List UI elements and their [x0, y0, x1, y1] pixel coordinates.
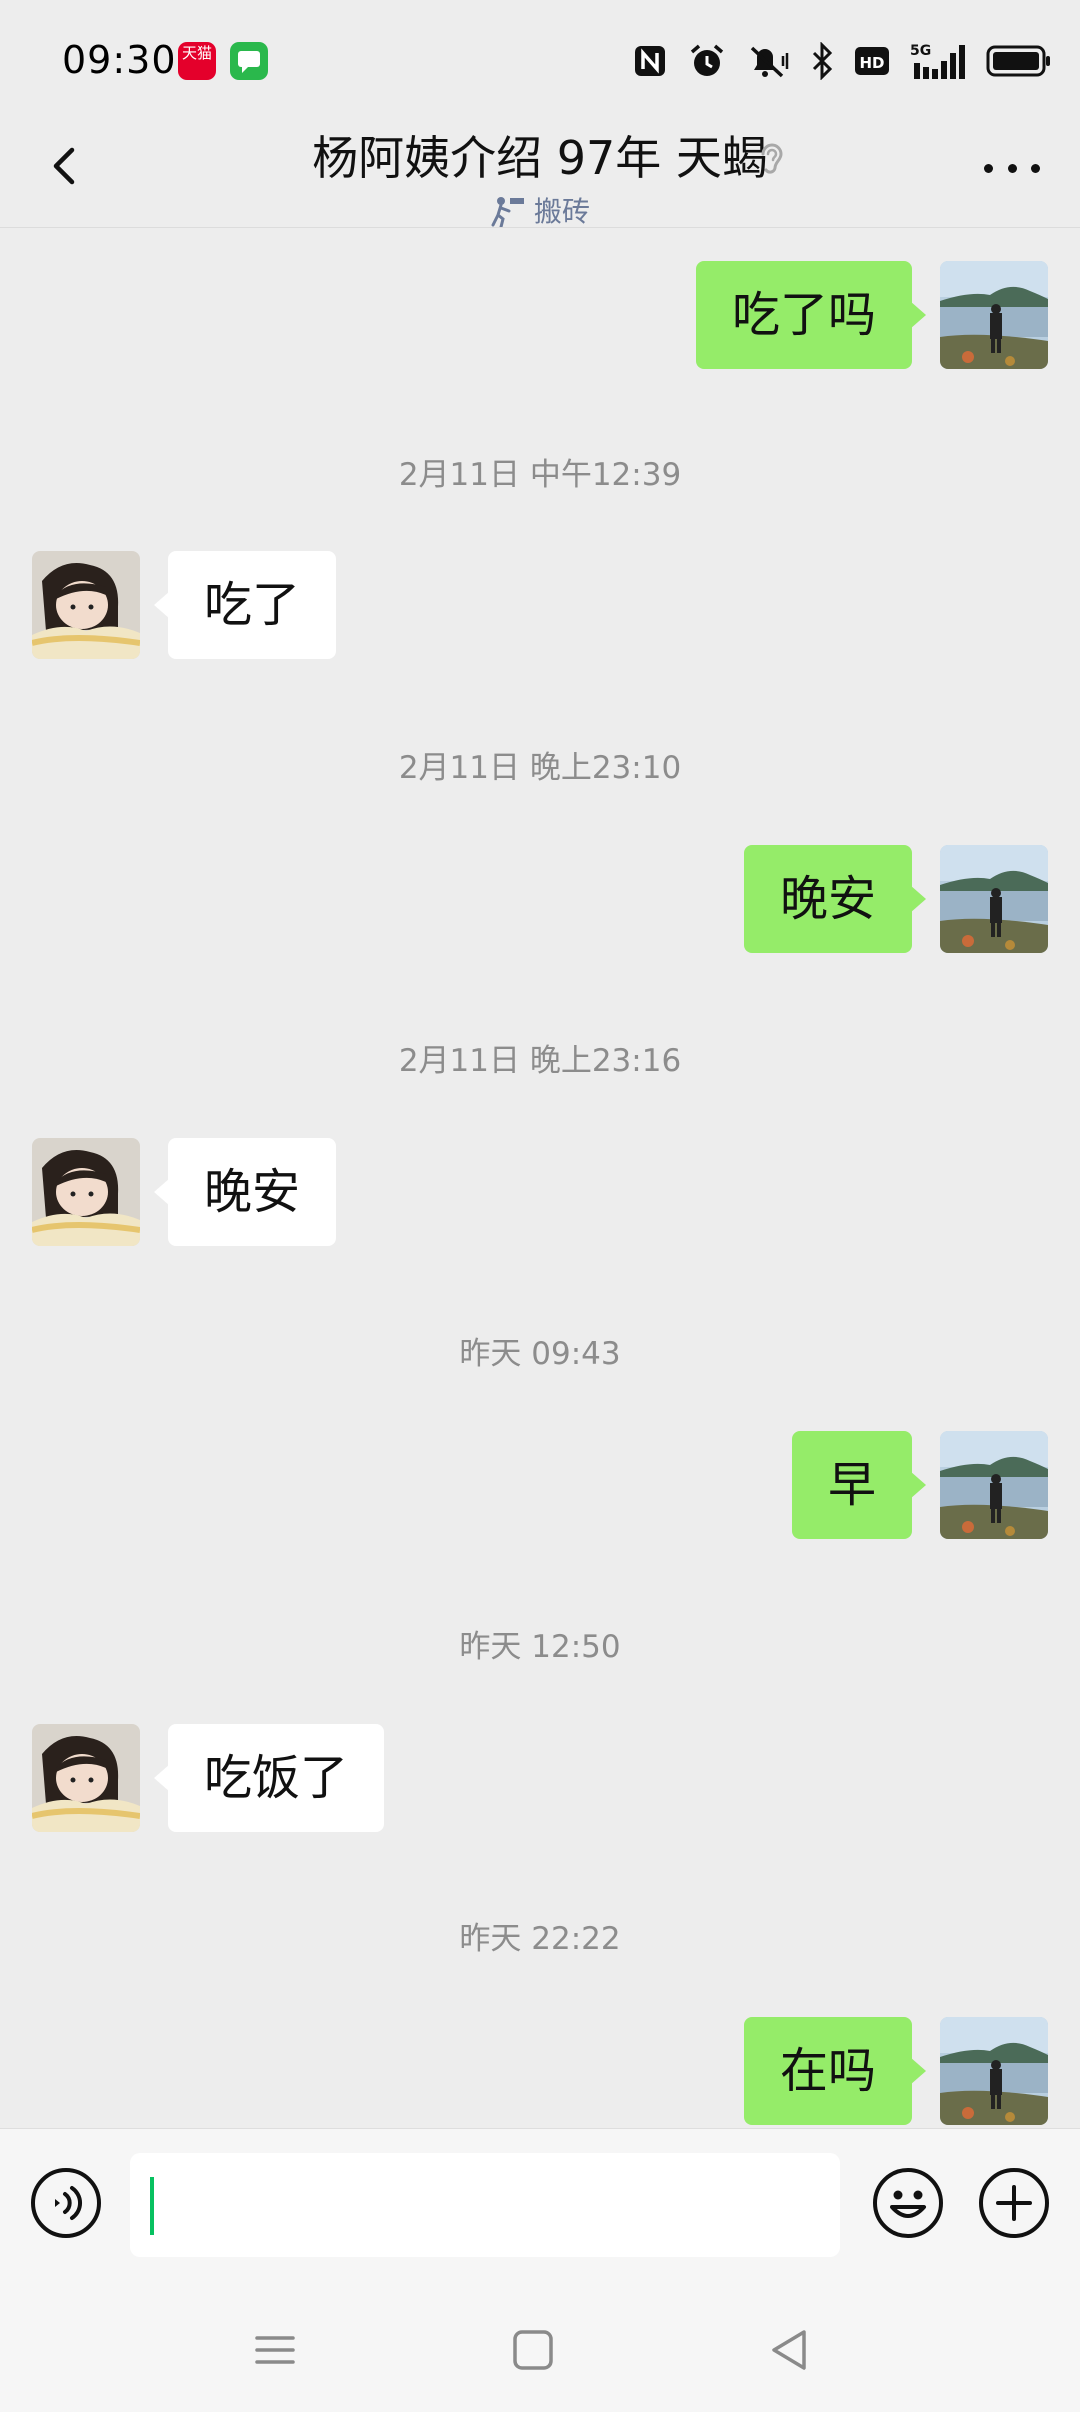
input-bar	[0, 2128, 1080, 2280]
system-back-button[interactable]	[760, 2320, 820, 2380]
emoji-button[interactable]	[870, 2165, 946, 2241]
my-avatar[interactable]	[940, 1431, 1048, 1539]
message-text: 吃饭了	[204, 1750, 349, 1806]
time-divider: 2月11日 中午12:39	[398, 457, 682, 493]
home-button[interactable]	[503, 2320, 563, 2380]
hd-icon: HD	[855, 47, 889, 75]
message-text: 吃了吗	[731, 287, 876, 343]
message-text: 晚安	[779, 871, 876, 927]
sent-message-bubble[interactable]: 在吗	[743, 2017, 927, 2125]
contact-avatar[interactable]	[32, 1138, 140, 1246]
voice-icon	[31, 2168, 101, 2238]
more-functions-button[interactable]	[976, 2165, 1052, 2241]
tmall-app-icon: 天猫	[178, 42, 216, 80]
time-divider: 昨天 22:22	[459, 1921, 621, 1957]
my-avatar[interactable]	[940, 2017, 1048, 2125]
time-divider: 昨天 09:43	[459, 1336, 621, 1372]
my-avatar[interactable]	[940, 261, 1048, 369]
my-avatar[interactable]	[940, 845, 1048, 953]
more-button[interactable]	[984, 156, 1040, 180]
message-text: 在吗	[779, 2043, 876, 2099]
time-divider: 2月11日 晚上23:10	[398, 750, 682, 786]
status-text: 搬砖	[533, 195, 590, 228]
contact-avatar[interactable]	[32, 1724, 140, 1832]
received-message-bubble[interactable]: 晚安	[153, 1138, 337, 1246]
menu-icon	[255, 2336, 295, 2364]
voice-button[interactable]	[28, 2165, 104, 2241]
message-text: 吃了	[204, 577, 301, 633]
home-square-icon	[513, 2330, 553, 2370]
message-input[interactable]	[130, 2153, 840, 2257]
time-divider: 昨天 12:50	[459, 1629, 621, 1665]
signal-5g-icon: 5G	[910, 43, 965, 79]
time-divider: 2月11日 晚上23:16	[398, 1043, 682, 1079]
more-dots-icon	[984, 163, 993, 173]
battery-icon	[986, 45, 1050, 77]
chat-history[interactable]: 吃了吗 2月11日 中午12:39 吃了 2月11日 晚上23:10 晚安 2月…	[0, 229, 1080, 2129]
status-bar: 09:30 天猫 HD 5G	[0, 0, 1080, 118]
text-caret	[150, 2177, 154, 2235]
plus-icon	[979, 2168, 1049, 2238]
message-text: 早	[827, 1457, 876, 1513]
sent-message-bubble[interactable]: 早	[791, 1431, 927, 1539]
tmall-label: 天猫	[181, 44, 212, 62]
contact-avatar[interactable]	[32, 551, 140, 659]
system-navigation-bar	[0, 2280, 1080, 2412]
nfc-icon	[635, 46, 665, 76]
bluetooth-icon	[812, 42, 833, 80]
svg-text:HD: HD	[859, 54, 884, 72]
mute-icon	[750, 46, 789, 78]
emoji-icon	[873, 2168, 943, 2238]
status-brick-icon	[491, 197, 524, 227]
received-message-bubble[interactable]: 吃了	[153, 551, 337, 659]
message-text: 晚安	[204, 1164, 301, 1220]
messages-app-icon	[230, 42, 268, 80]
network-label: 5G	[910, 43, 931, 59]
chat-header: 杨阿姨介绍 97年 天蝎 搬砖	[0, 118, 1080, 228]
status-time: 09:30	[62, 38, 177, 82]
recent-apps-button[interactable]	[245, 2320, 305, 2380]
sent-message-bubble[interactable]: 晚安	[743, 845, 927, 953]
sent-message-bubble[interactable]: 吃了吗	[695, 261, 927, 369]
status-icons: HD 5G	[632, 38, 1052, 84]
back-triangle-icon	[772, 2330, 806, 2370]
received-message-bubble[interactable]: 吃饭了	[153, 1724, 385, 1832]
alarm-icon	[690, 44, 724, 76]
